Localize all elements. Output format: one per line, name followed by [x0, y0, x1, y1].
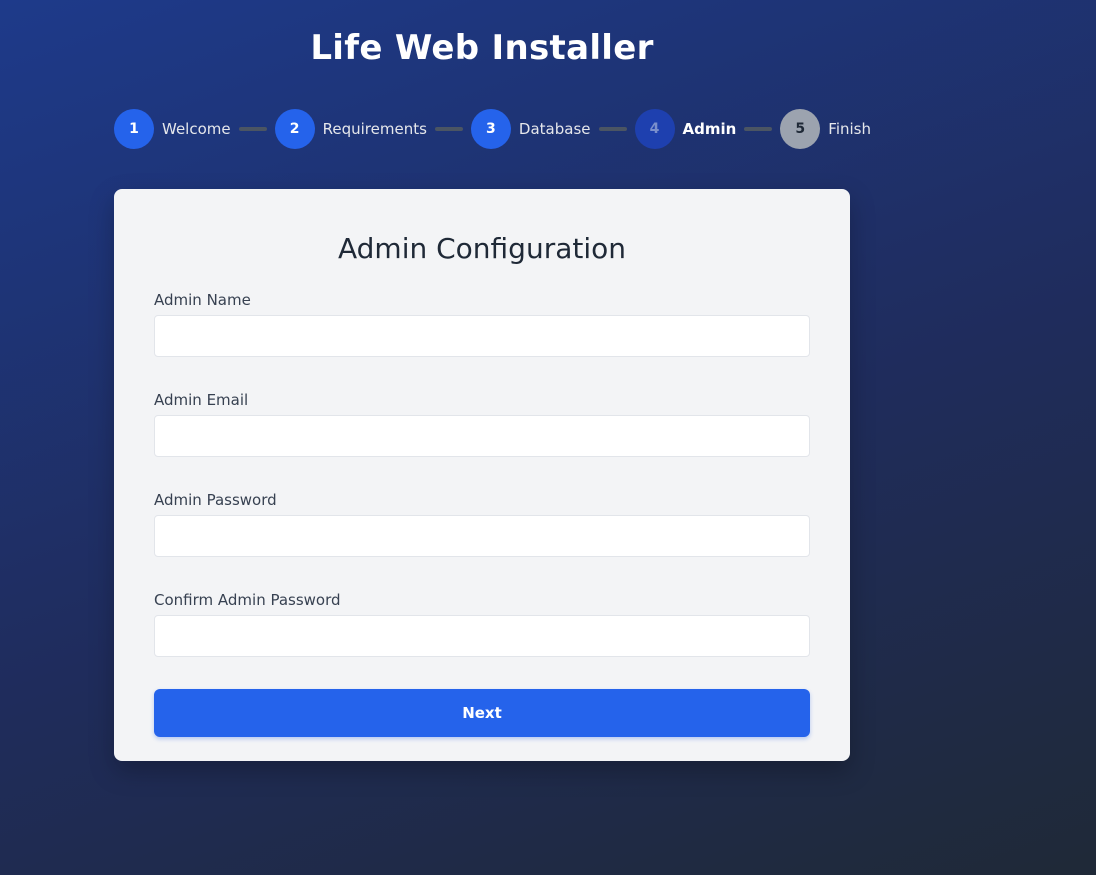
step-requirements: 2 Requirements: [274, 109, 427, 149]
step-welcome: 1 Welcome: [114, 109, 231, 149]
confirm-password-field-group: Confirm Admin Password: [154, 591, 810, 657]
confirm-password-label: Confirm Admin Password: [154, 591, 341, 609]
step-number: 4: [634, 109, 675, 149]
step-label: Welcome: [162, 120, 231, 138]
step-connector: [598, 127, 627, 131]
step-finish: 5 Finish: [780, 109, 871, 149]
step-connector: [434, 127, 463, 131]
admin-email-label: Admin Email: [154, 391, 249, 409]
admin-password-input[interactable]: [154, 515, 810, 557]
admin-password-field-group: Admin Password: [154, 491, 810, 557]
step-admin: 4 Admin: [634, 109, 737, 149]
step-connector: [238, 127, 267, 131]
admin-name-label: Admin Name: [154, 291, 251, 309]
step-label: Admin: [682, 120, 737, 138]
step-number: 1: [114, 109, 154, 149]
admin-config-card: Admin Configuration Admin Name Admin Ema…: [114, 189, 850, 761]
step-number: 5: [780, 109, 821, 149]
step-label: Finish: [828, 120, 871, 138]
app-title: Life Web Installer: [310, 28, 654, 68]
admin-email-field-group: Admin Email: [154, 391, 810, 457]
confirm-password-input[interactable]: [154, 615, 810, 657]
step-connector: [744, 127, 773, 131]
admin-password-label: Admin Password: [154, 491, 277, 509]
step-label: Requirements: [322, 120, 427, 138]
step-database: 3 Database: [470, 109, 591, 149]
step-number: 2: [274, 109, 315, 149]
admin-name-field-group: Admin Name: [154, 291, 810, 357]
next-button[interactable]: Next: [154, 689, 810, 737]
step-label: Database: [518, 120, 591, 138]
admin-name-input[interactable]: [154, 315, 810, 357]
installer-stepper: 1 Welcome 2 Requirements 3 Database 4 Ad…: [114, 109, 871, 149]
admin-email-input[interactable]: [154, 415, 810, 457]
form-title: Admin Configuration: [337, 232, 627, 265]
step-number: 3: [470, 109, 511, 149]
